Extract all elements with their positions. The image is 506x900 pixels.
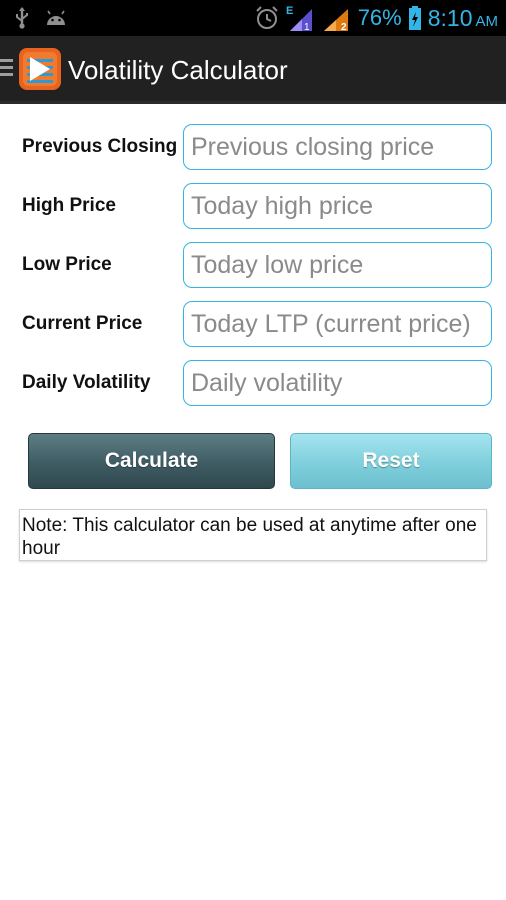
- form-row-daily-volatility: Daily Volatility: [0, 360, 506, 406]
- reset-button[interactable]: Reset: [290, 433, 492, 489]
- status-bar: E 1 2 76% 8:10 AM: [0, 0, 506, 36]
- note-text: Note: This calculator can be used at any…: [19, 509, 487, 561]
- usb-icon: [16, 7, 28, 29]
- status-left: [14, 6, 68, 30]
- calculate-button[interactable]: Calculate: [28, 433, 275, 489]
- previous-closing-input[interactable]: [183, 124, 492, 170]
- android-icon: [47, 10, 65, 25]
- svg-text:1: 1: [304, 22, 310, 33]
- alarm-icon: [255, 6, 278, 29]
- low-price-label: Low Price: [22, 254, 112, 275]
- signal-sim2-icon: 2: [323, 9, 348, 33]
- clock: 8:10 AM: [428, 5, 498, 32]
- high-price-input[interactable]: [183, 183, 492, 229]
- high-price-label: High Price: [22, 195, 116, 216]
- clock-ampm: AM: [475, 12, 499, 30]
- battery-percent: 76%: [357, 5, 402, 30]
- drawer-menu-icon[interactable]: [0, 59, 14, 81]
- signal-e-icon: E 1: [286, 5, 312, 33]
- network-type-label: E: [286, 5, 293, 17]
- form-row-previous-closing: Previous Closing: [0, 124, 506, 170]
- current-price-label: Current Price: [22, 313, 143, 334]
- daily-volatility-label: Daily Volatility: [22, 372, 151, 393]
- battery-charging-icon: [408, 6, 421, 30]
- status-right: E 1 2 76% 8:10 AM: [254, 0, 498, 36]
- form-row-high-price: High Price: [0, 183, 506, 229]
- daily-volatility-input[interactable]: [183, 360, 492, 406]
- current-price-input[interactable]: [183, 301, 492, 347]
- form-row-current-price: Current Price: [0, 301, 506, 347]
- low-price-input[interactable]: [183, 242, 492, 288]
- action-bar: Volatility Calculator: [0, 36, 506, 104]
- sim2-label: 2: [341, 22, 347, 33]
- app-logo-icon[interactable]: [18, 47, 62, 91]
- app-title: Volatility Calculator: [68, 55, 288, 85]
- previous-closing-label: Previous Closing: [22, 136, 178, 157]
- clock-time: 8:10: [427, 4, 473, 31]
- form-row-low-price: Low Price: [0, 242, 506, 288]
